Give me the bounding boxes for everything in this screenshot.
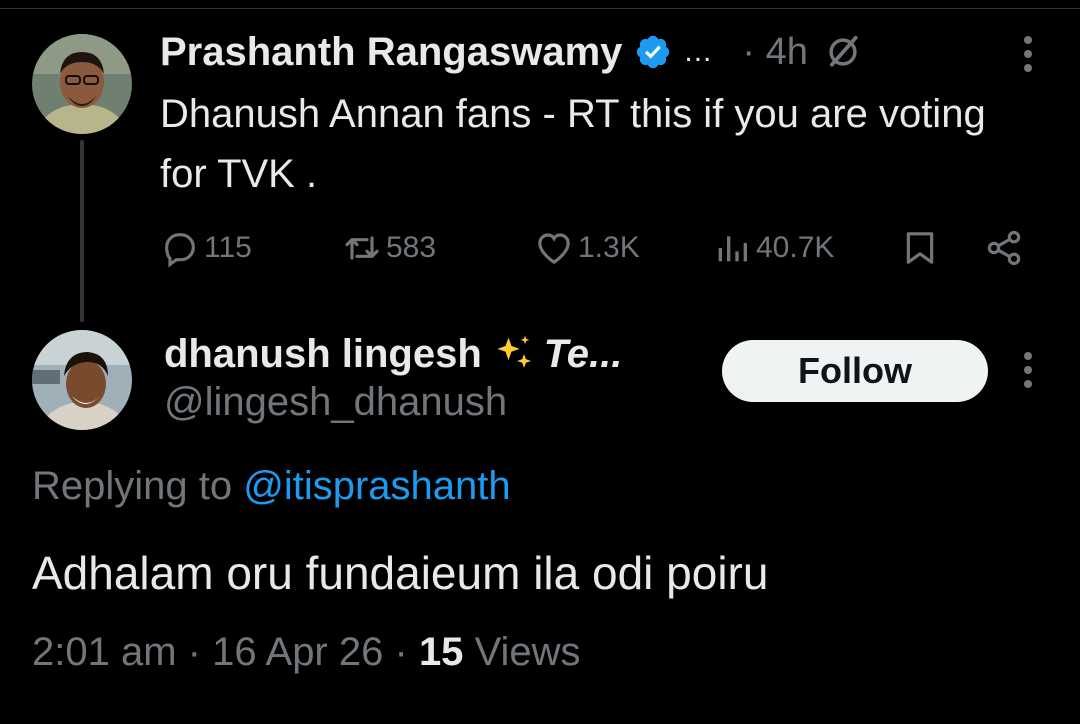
views-icon [718, 236, 747, 262]
repost-icon [345, 236, 379, 260]
like-count: 1.3K [578, 231, 640, 264]
parent-author-name[interactable]: Prashanth Rangaswamy [160, 30, 622, 75]
reply-count: 115 [204, 231, 252, 264]
name-overflow-ellipsis: ... [684, 35, 713, 68]
views-count: 40.7K [756, 231, 835, 264]
grok-slash-icon[interactable] [824, 33, 862, 71]
repost-action[interactable]: 583 [342, 222, 436, 274]
reply-time[interactable]: 2:01 am [32, 630, 177, 674]
like-action[interactable]: 1.3K [534, 222, 640, 274]
like-icon [538, 233, 570, 265]
reply-date[interactable]: 16 Apr 26 [212, 630, 383, 674]
bookmark-action[interactable] [900, 222, 944, 274]
share-icon [987, 230, 1021, 266]
meta-separator: · [187, 630, 201, 674]
reply-icon [165, 233, 195, 268]
parent-author-avatar[interactable] [32, 34, 132, 134]
parent-tweet-header: Prashanth Rangaswamy ... · 4h [160, 26, 1060, 78]
parent-tweet-text: Dhanush Annan fans - RT this if you are … [160, 92, 986, 196]
reply-action[interactable]: 115 [160, 222, 252, 274]
parent-tweet-time[interactable]: · 4h [742, 31, 807, 74]
bookmark-icon [906, 232, 934, 264]
verified-badge-icon [637, 35, 670, 69]
replying-to-label: Replying to [32, 464, 244, 508]
views-action[interactable]: 40.7K [712, 222, 834, 274]
reply-tweet-header: dhanush lingesh Te... [164, 328, 622, 380]
tweet-detail-view: Prashanth Rangaswamy ... · 4h Dhanush An… [0, 0, 1080, 724]
replying-to-line: Replying to @itisprashanth [32, 464, 511, 509]
reply-author-handle[interactable]: @lingesh_dhanush [164, 380, 507, 425]
reply-author-name[interactable]: dhanush lingesh [164, 332, 482, 377]
reply-tweet-meta: 2:01 am · 16 Apr 26 · 15 Views [32, 630, 581, 675]
repost-count: 583 [386, 231, 437, 264]
sparkles-icon [497, 335, 531, 368]
top-divider [0, 8, 1080, 9]
reply-tweet-text: Adhalam oru fundaieum ila odi poiru [32, 547, 769, 599]
share-action[interactable] [984, 222, 1028, 274]
reply-views-label[interactable]: Views [475, 630, 581, 674]
more-icon[interactable] [1016, 34, 1040, 74]
parent-tweet-actions: 115 583 1.3K 40.7K [160, 222, 1040, 274]
reply-author-avatar[interactable] [32, 330, 132, 430]
reply-views-count[interactable]: 15 [419, 630, 464, 674]
thread-connector-line [80, 140, 84, 322]
meta-separator: · [394, 630, 408, 674]
replying-to-mention-link[interactable]: @itisprashanth [243, 464, 510, 508]
more-icon[interactable] [1016, 350, 1040, 390]
reply-author-name-suffix: Te... [543, 331, 623, 376]
follow-button[interactable]: Follow [722, 340, 988, 402]
